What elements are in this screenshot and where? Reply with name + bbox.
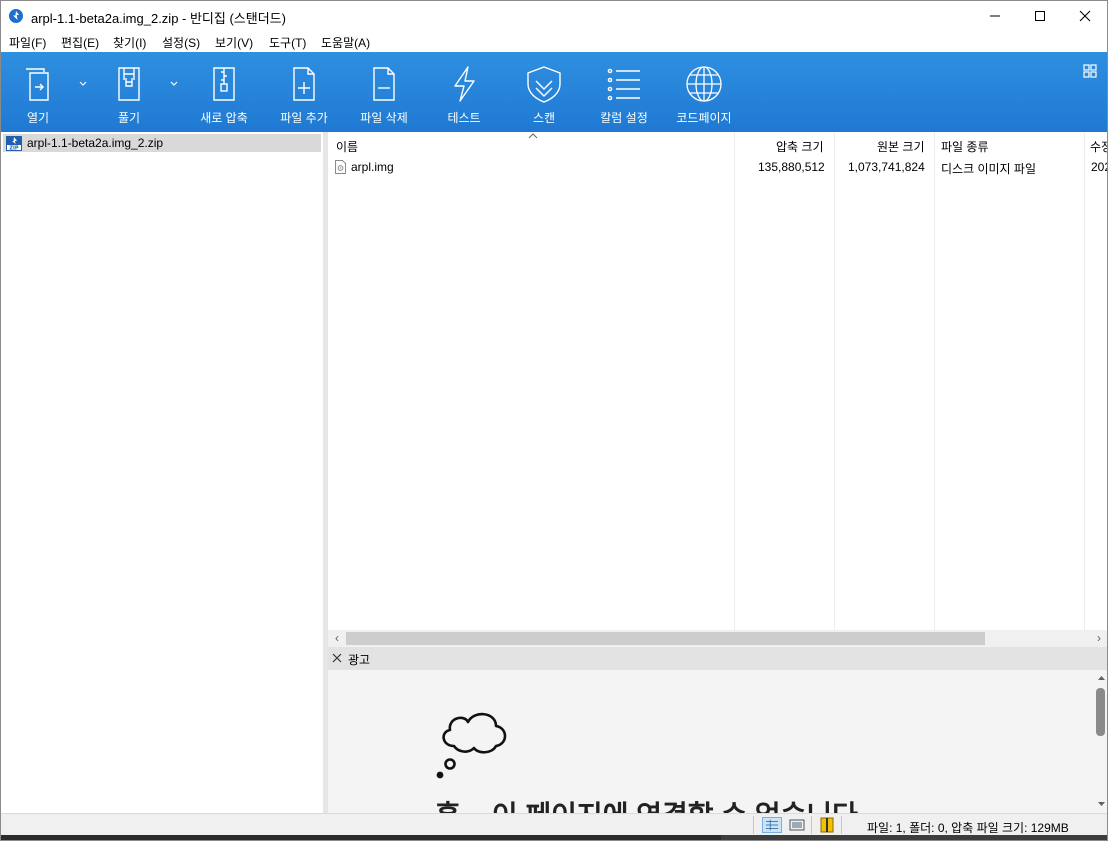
maximize-icon — [1035, 11, 1045, 21]
menu-edit[interactable]: 편집(E) — [61, 34, 99, 51]
disk-image-file-icon — [335, 160, 346, 174]
open-icon — [26, 68, 49, 101]
new-archive-label: 새로 압축 — [200, 111, 248, 125]
new-archive-icon — [213, 67, 235, 101]
menu-find[interactable]: 찾기(I) — [113, 34, 146, 51]
column-divider — [1084, 132, 1085, 630]
svg-text:ZIP: ZIP — [9, 146, 18, 152]
cell-type: 디스크 이미지 파일 — [941, 162, 1036, 176]
app-window: arpl-1.1-beta2a.img_2.zip - 반디집 (스탠더드) 파… — [0, 0, 1108, 841]
open-label: 열기 — [26, 111, 50, 125]
ad-panel: 흠... 이 페이지에 연결할 수 없습니다 — [328, 670, 1107, 813]
scrollbar-thumb[interactable] — [346, 632, 985, 645]
status-bar: 파일: 1, 폴더: 0, 압축 파일 크기: 129MB — [1, 813, 1107, 835]
extract-button[interactable]: 풀기 — [102, 52, 156, 132]
test-button[interactable]: 테스트 — [437, 52, 491, 132]
extract-label: 풀기 — [117, 111, 141, 125]
scan-button[interactable]: 스캔 — [517, 52, 571, 132]
add-file-label: 파일 추가 — [280, 111, 328, 125]
codepage-button[interactable]: 코드페이지 — [671, 52, 737, 132]
open-dropdown-arrow-icon[interactable] — [78, 78, 88, 88]
minimize-button[interactable] — [972, 1, 1018, 31]
status-divider — [811, 816, 812, 834]
extract-icon — [118, 67, 140, 101]
file-list: 이름 압축 크기 원본 크기 파일 종류 수정 arpl.img 135,880… — [328, 132, 1107, 630]
extract-dropdown-arrow-icon[interactable] — [169, 78, 179, 88]
title-bar: arpl-1.1-beta2a.img_2.zip - 반디집 (스탠더드) — [1, 1, 1107, 31]
thought-cloud-icon — [436, 712, 507, 779]
zip-icon: ZIP — [6, 136, 22, 151]
close-ad-icon[interactable] — [330, 651, 344, 665]
menu-help[interactable]: 도움말(A) — [321, 34, 370, 51]
delete-file-label: 파일 삭제 — [360, 111, 408, 125]
window-title: arpl-1.1-beta2a.img_2.zip - 반디집 (스탠더드) — [31, 11, 286, 26]
codepage-label: 코드페이지 — [676, 111, 732, 125]
delete-file-button[interactable]: 파일 삭제 — [351, 52, 417, 132]
sort-ascending-icon — [528, 133, 538, 139]
cell-size: 1,073,741,824 — [848, 160, 925, 174]
list-icon — [607, 68, 640, 101]
menu-view[interactable]: 보기(V) — [215, 34, 253, 51]
layout-grid-icon[interactable] — [1083, 64, 1097, 78]
scroll-right-icon[interactable]: › — [1092, 632, 1106, 645]
minimize-icon — [990, 15, 1000, 17]
menu-bar: 파일(F) 편집(E) 찾기(I) 설정(S) 보기(V) 도구(T) 도움말(… — [1, 31, 1107, 52]
horizontal-scrollbar[interactable]: ‹ › — [328, 630, 1107, 647]
toolbar: 열기 풀기 새로 압축 파일 추가 파일 삭제 테스트 스캔 칼럼 설정 코드페… — [1, 52, 1107, 132]
delete-file-icon — [373, 67, 395, 101]
table-row[interactable]: arpl.img 135,880,512 1,073,741,824 디스크 이… — [328, 156, 1107, 178]
column-divider — [834, 132, 835, 630]
status-divider — [753, 816, 754, 834]
add-file-icon — [293, 67, 315, 101]
column-settings-button[interactable]: 칼럼 설정 — [591, 52, 657, 132]
new-archive-button[interactable]: 새로 압축 — [191, 52, 257, 132]
status-text: 파일: 1, 폴더: 0, 압축 파일 크기: 129MB — [867, 821, 1069, 835]
shield-icon — [527, 66, 561, 103]
lightning-icon — [454, 66, 475, 102]
open-button[interactable]: 열기 — [11, 52, 65, 132]
menu-settings[interactable]: 설정(S) — [162, 34, 200, 51]
ad-error-message: 흠... 이 페이지에 연결할 수 없습니다 — [435, 794, 858, 813]
details-view-icon[interactable] — [762, 817, 782, 833]
maximize-button[interactable] — [1017, 1, 1063, 31]
column-divider — [734, 132, 735, 630]
ad-title: 광고 — [348, 653, 371, 667]
scroll-down-icon[interactable] — [1094, 798, 1108, 810]
scroll-left-icon[interactable]: ‹ — [330, 632, 344, 645]
scroll-up-icon[interactable] — [1094, 672, 1108, 684]
cell-modified: 202 — [1091, 160, 1107, 174]
folder-tree: ZIP arpl-1.1-beta2a.img_2.zip — [1, 132, 323, 813]
cell-name: arpl.img — [351, 160, 394, 174]
close-icon — [1079, 10, 1091, 22]
cell-packed: 135,880,512 — [758, 160, 825, 174]
preview-view-icon[interactable] — [787, 817, 807, 833]
add-file-button[interactable]: 파일 추가 — [271, 52, 337, 132]
test-label: 테스트 — [447, 111, 481, 125]
bandizip-logo-icon — [9, 9, 23, 23]
archive-info-icon[interactable] — [817, 817, 837, 833]
ad-header: 광고 — [328, 647, 1107, 670]
scan-label: 스캔 — [532, 111, 556, 125]
ad-vertical-scrollbar[interactable] — [1094, 670, 1108, 813]
column-divider — [934, 132, 935, 630]
menu-file[interactable]: 파일(F) — [9, 34, 46, 51]
tree-item-label: arpl-1.1-beta2a.img_2.zip — [27, 136, 164, 150]
status-divider — [841, 816, 842, 834]
column-settings-label: 칼럼 설정 — [600, 111, 648, 125]
close-button[interactable] — [1062, 1, 1107, 31]
tree-item-archive[interactable]: ZIP arpl-1.1-beta2a.img_2.zip — [3, 134, 321, 152]
taskbar-edge — [1, 835, 1107, 840]
globe-icon — [686, 66, 722, 102]
menu-tools[interactable]: 도구(T) — [269, 34, 306, 51]
scrollbar-thumb[interactable] — [1096, 688, 1105, 736]
